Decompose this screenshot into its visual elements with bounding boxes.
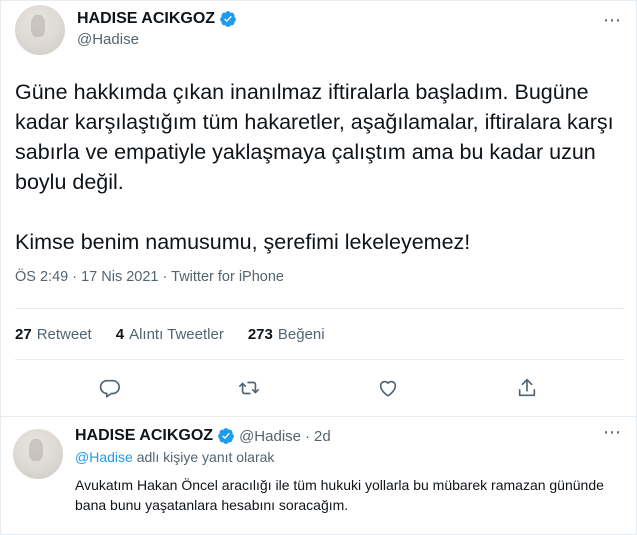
display-name[interactable]: HADISE ACIKGOZ [75,427,213,445]
more-options-icon[interactable]: ⋯ [603,11,622,29]
author-row: HADISE ACIKGOZ @Hadise [15,1,624,63]
action-bar [1,360,636,416]
author-names: HADISE ACIKGOZ @Hadise [77,5,237,48]
meta-separator: · [162,269,168,285]
tweet-age[interactable]: 2d [314,428,331,445]
quotes-label: Alıntı Tweetler [129,325,224,343]
quotes-count: 4 [115,325,125,343]
tweet-page: HADISE ACIKGOZ @Hadise ⋯ Güne hakkımda ç… [0,0,637,535]
share-icon [518,378,535,397]
avatar[interactable] [13,429,63,479]
retweet-button[interactable] [231,370,267,406]
more-options-icon[interactable]: ⋯ [603,423,622,441]
retweet-icon [239,381,260,395]
likes-label: Beğeni [277,325,325,343]
tweet-date[interactable]: 17 Nis 2021 [81,269,158,285]
avatar[interactable] [15,5,65,55]
handle[interactable]: @Hadise [77,31,237,48]
tweet-time[interactable]: ÖS 2:49 [15,269,68,285]
like-button[interactable] [370,370,406,406]
engagement-stats: 27 Retweet 4 Alıntı Tweetler 273 Beğeni [1,309,636,359]
share-button[interactable] [509,370,545,406]
reply-icon [100,379,121,398]
reply-context: @Hadise adlı kişiye yanıt olarak [75,449,624,465]
likes-stat[interactable]: 273 Beğeni [248,326,325,343]
reply-body: HADISE ACIKGOZ @Hadise · 2d @Hadise adlı… [75,427,624,515]
reply-text: Avukatım Hakan Öncel aracılığı ile tüm h… [75,477,604,513]
meta-separator: · [305,427,310,445]
verified-badge-icon [220,11,236,27]
likes-count: 273 [247,325,273,343]
retweets-label: Retweet [36,325,92,343]
retweets-stat[interactable]: 27 Retweet [15,326,92,343]
reply-to-label: adlı kişiye yanıt olarak [136,449,275,465]
handle[interactable]: @Hadise [239,428,301,445]
reply-tweet[interactable]: HADISE ACIKGOZ @Hadise · 2d @Hadise adlı… [1,417,636,515]
main-tweet: HADISE ACIKGOZ @Hadise ⋯ Güne hakkımda ç… [1,1,636,308]
tweet-text: Güne hakkımda çıkan inanılmaz iftiralarl… [15,80,614,254]
display-name[interactable]: HADISE ACIKGOZ [77,10,215,28]
verified-badge-icon [218,428,234,444]
retweets-count: 27 [15,325,32,343]
meta-separator: · [72,269,78,285]
display-name-line: HADISE ACIKGOZ [77,10,237,28]
heart-icon [379,380,397,397]
reply-to-mention[interactable]: @Hadise [75,449,133,465]
reply-header: HADISE ACIKGOZ @Hadise · 2d [75,427,624,445]
tweet-meta: ÖS 2:49 · 17 Nis 2021 · Twitter for iPho… [15,269,624,289]
tweet-source[interactable]: Twitter for iPhone [171,269,284,285]
reply-button[interactable] [92,370,128,406]
quotes-stat[interactable]: 4 Alıntı Tweetler [116,326,224,343]
